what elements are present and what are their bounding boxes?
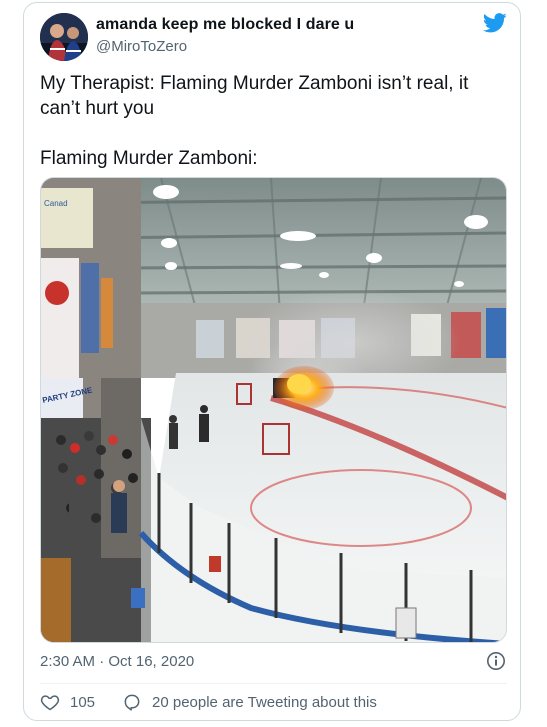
tweet-timestamp[interactable]: 2:30 AM · Oct 16, 2020 xyxy=(40,653,194,670)
display-name[interactable]: amanda keep me blocked I dare u xyxy=(96,16,354,34)
avatar-image xyxy=(40,13,88,61)
sign-canad: Canad xyxy=(44,199,68,208)
info-icon[interactable] xyxy=(486,651,506,671)
speech-bubble-icon xyxy=(124,694,140,711)
twitter-bird-icon[interactable] xyxy=(483,13,507,33)
rink-photo: Canad PARTY ZONE xyxy=(41,178,506,642)
reply-text: 20 people are Tweeting about this xyxy=(152,693,377,711)
like-button[interactable]: 105 xyxy=(40,692,95,712)
tweet-card: amanda keep me blocked I dare u @MiroToZ… xyxy=(23,2,521,721)
divider xyxy=(40,683,507,684)
tweet-text: My Therapist: Flaming Murder Zamboni isn… xyxy=(40,73,469,169)
user-handle[interactable]: @MiroToZero xyxy=(96,38,187,55)
reply-button[interactable]: 20 people are Tweeting about this xyxy=(122,692,377,712)
heart-icon xyxy=(40,695,60,711)
avatar[interactable] xyxy=(40,13,88,61)
like-count: 105 xyxy=(70,693,96,711)
tweet-media-photo[interactable]: Canad PARTY ZONE xyxy=(40,177,507,643)
